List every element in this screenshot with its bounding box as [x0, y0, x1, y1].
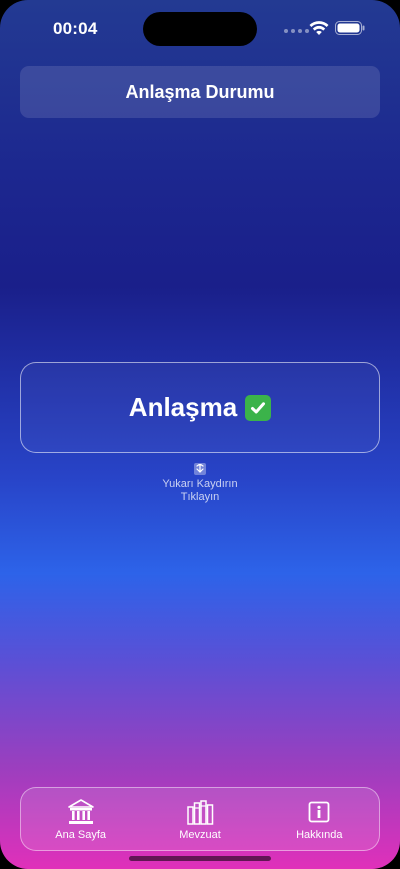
scroll-hint: Yukarı Kaydırın Tıklayın	[150, 463, 250, 504]
dynamic-island	[143, 12, 257, 46]
books-icon	[185, 798, 215, 826]
tab-home[interactable]: Ana Sayfa	[26, 798, 136, 841]
status-time: 00:04	[53, 19, 98, 38]
scroll-down-icon	[194, 463, 206, 475]
scroll-hint-line1: Yukarı Kaydırın	[162, 478, 238, 490]
scroll-hint-line2: Tıklayın	[180, 491, 220, 503]
home-indicator[interactable]	[129, 856, 271, 861]
courthouse-icon	[66, 798, 96, 826]
header-card: Anlaşma Durumu	[20, 66, 380, 118]
agreement-status-label: Anlaşma	[128, 392, 238, 422]
check-mark-icon	[245, 394, 272, 421]
wifi-icon	[309, 21, 329, 35]
page-title: Anlaşma Durumu	[125, 81, 275, 102]
tab-bar: Ana Sayfa Mevzuat Hakkında	[20, 787, 380, 851]
info-icon	[304, 798, 334, 826]
status-bar: 00:04	[0, 0, 400, 56]
tab-legislation[interactable]: Mevzuat	[145, 798, 255, 841]
app-screen: 00:04 Anlaşma Durumu Anlaşma Yukarı Kayd…	[0, 0, 400, 869]
battery-icon	[335, 21, 365, 35]
agreement-status-card[interactable]: Anlaşma	[20, 362, 380, 453]
tab-about[interactable]: Hakkında	[264, 798, 374, 841]
tab-legislation-label: Mevzuat	[179, 828, 221, 841]
signal-dots-icon	[284, 29, 309, 33]
tab-home-label: Ana Sayfa	[55, 828, 107, 841]
tab-about-label: Hakkında	[296, 828, 343, 841]
